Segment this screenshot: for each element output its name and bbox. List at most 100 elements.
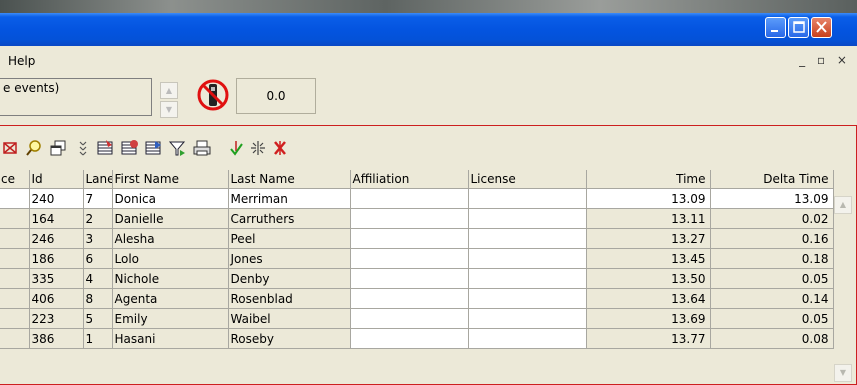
- col-affiliation-header[interactable]: Affiliation: [350, 170, 469, 189]
- maximize-button[interactable]: [788, 17, 809, 38]
- cell-license[interactable]: [468, 208, 587, 229]
- cell-affil[interactable]: [350, 328, 469, 349]
- cell-last[interactable]: Carruthers: [228, 208, 351, 229]
- cell-place[interactable]: [0, 308, 30, 329]
- scroll-up-icon[interactable]: ▲: [834, 196, 852, 214]
- spin-up-icon[interactable]: ▲: [160, 82, 178, 99]
- cell-lane[interactable]: 1: [83, 328, 113, 349]
- cell-first[interactable]: Agenta: [112, 288, 229, 309]
- event-spinner[interactable]: ▲ ▼: [160, 82, 178, 118]
- cell-delta[interactable]: 0.14: [710, 288, 834, 309]
- cell-first[interactable]: Donica: [112, 188, 229, 209]
- cell-first[interactable]: Hasani: [112, 328, 229, 349]
- col-time-header[interactable]: Time: [586, 170, 711, 189]
- export-icon[interactable]: [119, 136, 141, 160]
- vertical-scrollbar[interactable]: ▲ ▼: [834, 192, 852, 382]
- cell-place[interactable]: [0, 288, 30, 309]
- cell-delta[interactable]: 0.08: [710, 328, 834, 349]
- cell-license[interactable]: [468, 308, 587, 329]
- check-arrow-icon[interactable]: [225, 136, 247, 160]
- cell-lane[interactable]: 6: [83, 248, 113, 269]
- no-phone-button[interactable]: [196, 78, 230, 112]
- cell-last[interactable]: Jones: [228, 248, 351, 269]
- cell-time[interactable]: 13.27: [586, 228, 711, 249]
- cell-delta[interactable]: 0.05: [710, 308, 834, 329]
- cell-first[interactable]: Emily: [112, 308, 229, 329]
- cell-last[interactable]: Denby: [228, 268, 351, 289]
- cell-affil[interactable]: [350, 268, 469, 289]
- cell-affil[interactable]: [350, 248, 469, 269]
- cell-delta[interactable]: 0.16: [710, 228, 834, 249]
- cell-delta[interactable]: 0.18: [710, 248, 834, 269]
- cell-last[interactable]: Merriman: [228, 188, 351, 209]
- cell-place[interactable]: [0, 268, 30, 289]
- col-license-header[interactable]: License: [468, 170, 587, 189]
- table-row[interactable]: 246 3 Alesha Peel 13.27 0.16: [0, 228, 834, 249]
- cell-id[interactable]: 386: [29, 328, 84, 349]
- cell-time[interactable]: 13.69: [586, 308, 711, 329]
- cell-lane[interactable]: 7: [83, 188, 113, 209]
- minimize-button[interactable]: [765, 17, 786, 38]
- close-button[interactable]: [811, 17, 832, 38]
- find-icon[interactable]: [23, 136, 45, 160]
- cell-id[interactable]: 406: [29, 288, 84, 309]
- cell-time[interactable]: 13.64: [586, 288, 711, 309]
- cell-time[interactable]: 13.11: [586, 208, 711, 229]
- title-bar[interactable]: [0, 13, 857, 46]
- cell-affil[interactable]: [350, 208, 469, 229]
- cell-affil[interactable]: [350, 308, 469, 329]
- cell-lane[interactable]: 5: [83, 308, 113, 329]
- cell-place[interactable]: [0, 328, 30, 349]
- cell-affil[interactable]: [350, 228, 469, 249]
- scroll-down-icon[interactable]: ▼: [834, 364, 852, 382]
- table-row[interactable]: 406 8 Agenta Rosenblad 13.64 0.14: [0, 288, 834, 309]
- cell-license[interactable]: [468, 248, 587, 269]
- cell-time[interactable]: 13.09: [586, 188, 711, 209]
- import-icon[interactable]: [95, 136, 117, 160]
- spin-down-icon[interactable]: ▼: [160, 101, 178, 118]
- col-lane-header[interactable]: Lane: [83, 170, 113, 189]
- heat-icon[interactable]: [143, 136, 165, 160]
- cell-time[interactable]: 13.45: [586, 248, 711, 269]
- cell-id[interactable]: 240: [29, 188, 84, 209]
- cell-id[interactable]: 335: [29, 268, 84, 289]
- cell-place[interactable]: [0, 228, 30, 249]
- cell-first[interactable]: Danielle: [112, 208, 229, 229]
- cell-last[interactable]: Peel: [228, 228, 351, 249]
- cell-last[interactable]: Roseby: [228, 328, 351, 349]
- cell-id[interactable]: 223: [29, 308, 84, 329]
- cell-delta[interactable]: 13.09: [710, 188, 834, 209]
- cell-lane[interactable]: 2: [83, 208, 113, 229]
- cell-first[interactable]: Alesha: [112, 228, 229, 249]
- col-place-header[interactable]: ce: [0, 170, 30, 189]
- table-row[interactable]: 186 6 Lolo Jones 13.45 0.18: [0, 248, 834, 269]
- cell-place[interactable]: [0, 188, 30, 209]
- delete-record-icon[interactable]: [0, 136, 21, 160]
- events-field[interactable]: e events): [0, 78, 152, 116]
- table-row[interactable]: 335 4 Nichole Denby 13.50 0.05: [0, 268, 834, 289]
- cell-affil[interactable]: [350, 188, 469, 209]
- col-delta-time-header[interactable]: Delta Time: [710, 170, 834, 189]
- menu-help[interactable]: Help: [8, 54, 35, 68]
- cell-last[interactable]: Rosenblad: [228, 288, 351, 309]
- windows-icon[interactable]: [47, 136, 69, 160]
- cell-id[interactable]: 186: [29, 248, 84, 269]
- cell-id[interactable]: 164: [29, 208, 84, 229]
- cell-lane[interactable]: 3: [83, 228, 113, 249]
- cell-place[interactable]: [0, 208, 30, 229]
- cell-affil[interactable]: [350, 288, 469, 309]
- cell-license[interactable]: [468, 268, 587, 289]
- print-icon[interactable]: [191, 136, 213, 160]
- table-row[interactable]: 240 7 Donica Merriman 13.09 13.09: [0, 188, 834, 209]
- cell-delta[interactable]: 0.02: [710, 208, 834, 229]
- clear-icon[interactable]: [269, 136, 291, 160]
- cell-time[interactable]: 13.77: [586, 328, 711, 349]
- cell-license[interactable]: [468, 188, 587, 209]
- cell-license[interactable]: [468, 328, 587, 349]
- cell-first[interactable]: Lolo: [112, 248, 229, 269]
- table-row[interactable]: 223 5 Emily Waibel 13.69 0.05: [0, 308, 834, 329]
- cell-delta[interactable]: 0.05: [710, 268, 834, 289]
- cell-place[interactable]: [0, 248, 30, 269]
- filter-icon[interactable]: [167, 136, 189, 160]
- sort-icon[interactable]: [73, 136, 95, 160]
